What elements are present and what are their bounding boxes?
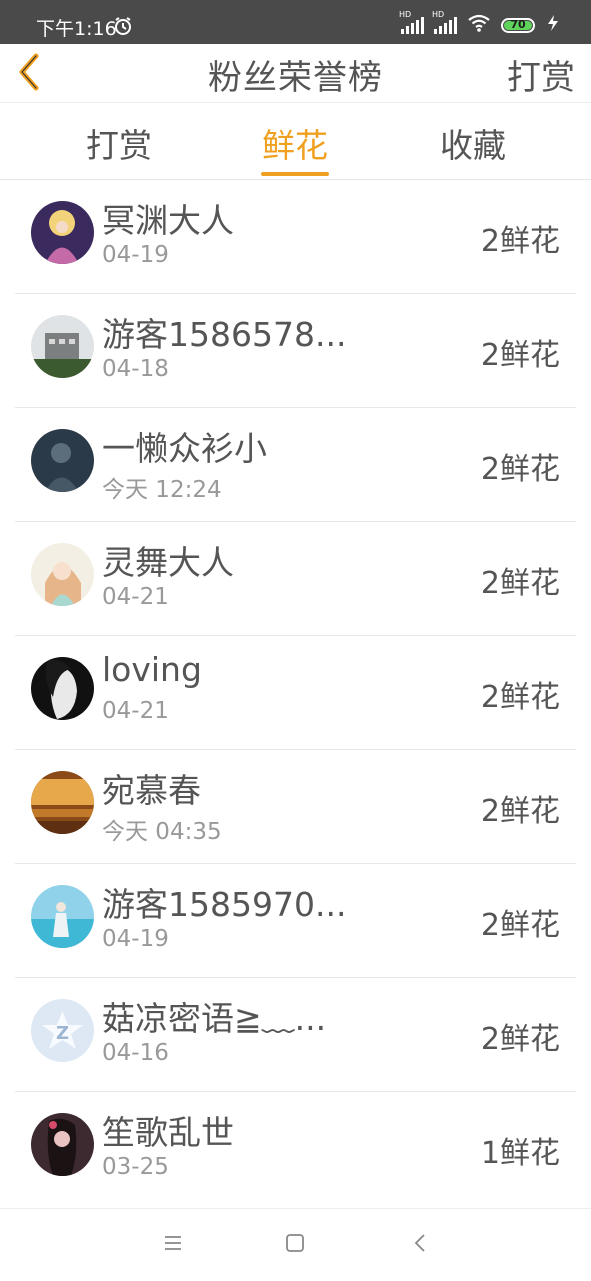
list-item[interactable]: Z 菇凉密语≧﹏... 04-16 2鲜花 xyxy=(15,978,576,1092)
active-tab-indicator xyxy=(261,172,329,176)
avatar xyxy=(31,201,94,264)
tab-favorites[interactable]: 收藏 xyxy=(440,119,506,167)
fan-list: 冥渊大人 04-19 2鲜花 游客1586578... 04-18 2鲜花 一懒… xyxy=(15,180,576,1206)
flower-count: 2鲜花 xyxy=(480,680,560,715)
user-name: 笙歌乱世 xyxy=(102,1113,234,1152)
svg-text:Z: Z xyxy=(56,1023,69,1044)
tab-flowers[interactable]: 鲜花 xyxy=(262,119,328,167)
item-date: 04-19 xyxy=(102,926,169,952)
flower-count: 2鲜花 xyxy=(480,794,560,829)
system-nav-bar xyxy=(0,1208,591,1281)
charging-icon xyxy=(545,14,561,36)
user-name: 游客1586578... xyxy=(102,315,347,354)
app-header: 粉丝荣誉榜 打赏 xyxy=(0,44,591,103)
menu-icon[interactable] xyxy=(163,1233,183,1257)
avatar: Z xyxy=(31,999,94,1062)
item-date: 04-18 xyxy=(102,356,169,382)
avatar xyxy=(31,657,94,720)
avatar xyxy=(31,429,94,492)
avatar xyxy=(31,1113,94,1176)
list-item[interactable]: 游客1586578... 04-18 2鲜花 xyxy=(15,294,576,408)
status-icons: HD HD 70 xyxy=(399,10,561,36)
avatar xyxy=(31,885,94,948)
tab-reward[interactable]: 打赏 xyxy=(86,119,152,167)
list-item[interactable]: 宛慕春 今天 04:35 2鲜花 xyxy=(15,750,576,864)
signal-hd-icon: HD xyxy=(432,10,457,34)
home-square-icon[interactable] xyxy=(285,1233,305,1257)
list-item[interactable]: loving 04-21 2鲜花 xyxy=(15,636,576,750)
user-name: 游客1585970... xyxy=(102,885,347,924)
avatar xyxy=(31,543,94,606)
status-time: 下午1:16 xyxy=(36,18,117,40)
item-date: 今天 12:24 xyxy=(102,477,222,503)
item-date: 04-16 xyxy=(102,1040,169,1066)
list-item[interactable]: 笙歌乱世 03-25 1鲜花 xyxy=(15,1092,576,1206)
flower-count: 2鲜花 xyxy=(480,338,560,373)
flower-count: 2鲜花 xyxy=(480,908,560,943)
page-title: 粉丝荣誉榜 xyxy=(208,58,383,98)
flower-count: 2鲜花 xyxy=(480,224,560,259)
flower-count: 2鲜花 xyxy=(480,566,560,601)
back-triangle-icon[interactable] xyxy=(410,1233,430,1257)
user-name: 冥渊大人 xyxy=(102,201,234,240)
tab-bar: 打赏 鲜花 收藏 xyxy=(0,103,591,180)
user-name: 一懒众衫小 xyxy=(102,429,267,468)
battery-level: 70 xyxy=(510,17,526,31)
flower-count: 2鲜花 xyxy=(480,1022,560,1057)
alarm-icon xyxy=(113,16,133,40)
item-date: 04-21 xyxy=(102,584,169,610)
flower-count: 2鲜花 xyxy=(480,452,560,487)
battery-icon: 70 xyxy=(501,17,535,33)
item-date: 04-21 xyxy=(102,698,169,724)
user-name: 菇凉密语≧﹏... xyxy=(102,999,327,1038)
item-date: 03-25 xyxy=(102,1154,169,1180)
item-date: 04-19 xyxy=(102,242,169,268)
item-date: 今天 04:35 xyxy=(102,819,222,845)
user-name: loving xyxy=(102,650,202,689)
list-item[interactable]: 一懒众衫小 今天 12:24 2鲜花 xyxy=(15,408,576,522)
avatar xyxy=(31,771,94,834)
flower-count: 1鲜花 xyxy=(480,1136,560,1171)
list-item[interactable]: 游客1585970... 04-19 2鲜花 xyxy=(15,864,576,978)
list-item[interactable]: 灵舞大人 04-21 2鲜花 xyxy=(15,522,576,636)
avatar xyxy=(31,315,94,378)
signal-hd-icon: HD xyxy=(399,10,424,34)
reward-button[interactable]: 打赏 xyxy=(507,50,575,99)
user-name: 宛慕春 xyxy=(102,771,201,810)
user-name: 灵舞大人 xyxy=(102,543,234,582)
list-item[interactable]: 冥渊大人 04-19 2鲜花 xyxy=(15,180,576,294)
wifi-icon xyxy=(467,14,491,36)
status-bar: 下午1:16 HD HD 70 xyxy=(0,0,591,44)
